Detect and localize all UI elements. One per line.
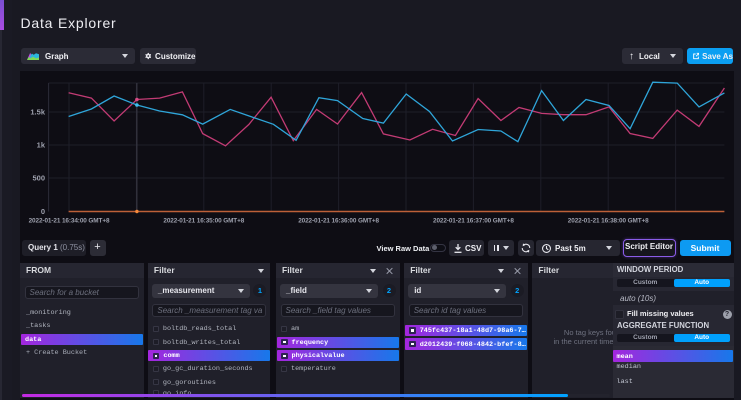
svg-text:2022-01-21 16:34:00 GMT+8: 2022-01-21 16:34:00 GMT+8	[29, 218, 110, 225]
svg-text:2022-01-21 16:36:00 GMT+8: 2022-01-21 16:36:00 GMT+8	[298, 218, 379, 225]
svg-text:0: 0	[41, 207, 45, 216]
svg-text:1.5k: 1.5k	[30, 108, 45, 117]
svg-text:2022-01-21 16:38:00 GMT+8: 2022-01-21 16:38:00 GMT+8	[568, 218, 649, 225]
svg-text:1k: 1k	[37, 141, 46, 150]
svg-text:2022-01-21 16:35:00 GMT+8: 2022-01-21 16:35:00 GMT+8	[163, 218, 244, 225]
svg-text:500: 500	[32, 174, 45, 183]
svg-text:2022-01-21 16:37:00 GMT+8: 2022-01-21 16:37:00 GMT+8	[433, 218, 514, 225]
